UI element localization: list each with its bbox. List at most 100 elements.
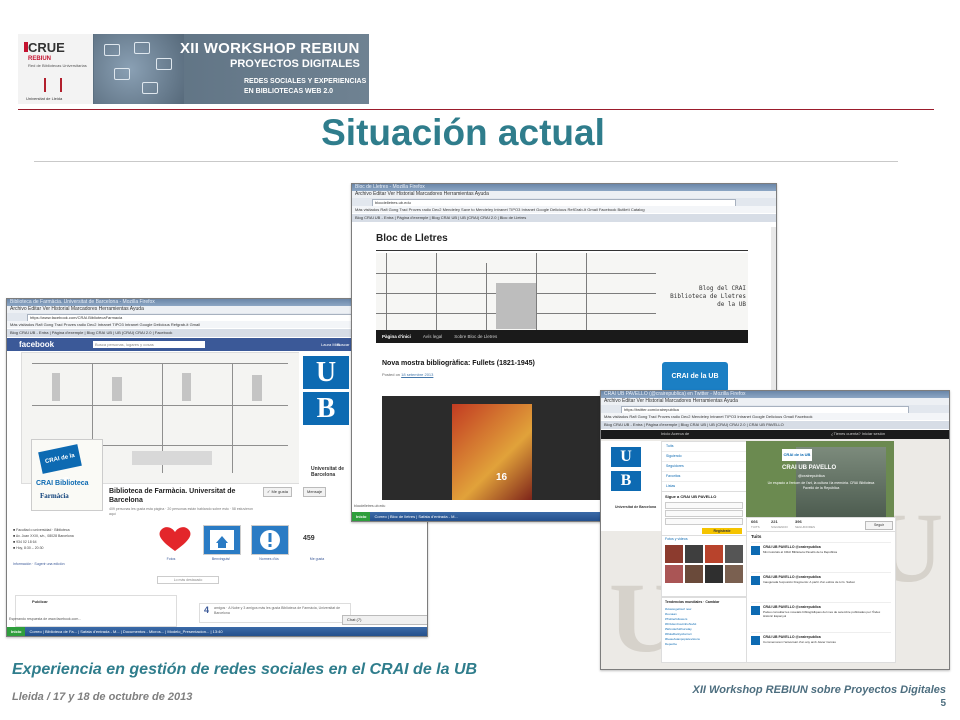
chat-icon: [104, 44, 120, 56]
banner-logo-area: CRUE REBIUN Red de Bibliotecas Universit…: [18, 34, 93, 104]
register-button: Regístrate: [702, 528, 742, 534]
tweets-timeline: Tuits CRAI UB PAVELLO @crairepublica Min…: [746, 531, 896, 663]
post-meta: Posted on 18 setembre 2013: [382, 372, 433, 377]
facebook-search-input: Busca personas, lugares y cosas: [93, 341, 205, 348]
app-label-fotos: Fotos: [166, 557, 176, 561]
tweet-author: CRAI UB PAVELLO @crairepublica: [763, 635, 821, 639]
phone-icon: [142, 82, 158, 94]
page-number: 5: [940, 698, 946, 709]
tweet-avatar: [751, 576, 760, 585]
profile-farmacia-label: Farmàcia: [40, 492, 69, 500]
photos-title: Fotos y videos: [665, 537, 688, 541]
name-field: [665, 502, 743, 509]
post-image: 16: [382, 396, 604, 500]
highlights-separator: Lo más destacado: [157, 576, 219, 584]
taskbar-items: Correo | Biblioteca de Fa... | Safata d'…: [29, 629, 223, 634]
workshop-banner: CRUE REBIUN Red de Bibliotecas Universit…: [18, 34, 369, 104]
menu-bar: Archivo Editar Ver Historial Marcadores …: [352, 191, 776, 198]
tab-strip: Blog CRAI UB - Entra | Página d'exemple …: [601, 421, 949, 429]
signup-title: Sigue a CRAI UB PAVELLO: [665, 494, 717, 499]
info-link: Información · Sugerir una edición: [13, 562, 65, 566]
status-bar: Esperando respuesta de www.facebook.com.…: [9, 617, 82, 621]
app-label-benvinguts: Benvinguts!: [211, 557, 231, 561]
profile-nav: Tuits Siguiendo Seguidores Favoritos Lis…: [661, 441, 747, 493]
stat-followers-count: 396: [795, 519, 802, 524]
nav-following: Siguiendo: [662, 452, 746, 462]
ub-logo-b-icon: B: [611, 471, 641, 491]
tweet-text: Inaugurada l'exposició Fragments: A part…: [763, 580, 855, 584]
banner-title: XII WORKSHOP REBIUN: [180, 40, 360, 57]
heart-icon: [159, 527, 191, 551]
taskbar-items: Correo | Bloc de lletres | Safata d'entr…: [374, 514, 458, 519]
tweet-text: Mini tutorials al CRAI Biblioteca Pavell…: [763, 550, 838, 554]
chat-bar: Chat (7): [342, 615, 427, 625]
photo-thumb: [725, 545, 743, 563]
footer-date: Lleida / 17 y 18 de octubre de 2013: [12, 691, 193, 703]
friends-count: 4: [204, 605, 210, 615]
ub-logo-panel: U B Universitat de Barcelona: [299, 352, 357, 492]
tweet-avatar: [751, 546, 760, 555]
university-name: Universitat de Lleida: [26, 96, 63, 101]
speech-bubble-icon: [114, 68, 130, 80]
address-bar: blocdelletres.ub.edu: [352, 198, 776, 207]
facebook-page-stats: 409 personas les gusta esta página · 20 …: [109, 507, 253, 516]
header-crai-logo: CRAI de la UB: [782, 449, 812, 461]
publish-box: Publicar: [15, 595, 177, 627]
slide-title: Situación actual: [321, 112, 605, 153]
tweet-author: CRAI UB PAVELLO @crairepublica: [763, 605, 821, 609]
trends-panel: Tendencias mundiales · Cambiar #Howtoget…: [661, 597, 747, 663]
page-info: ■ Facultad o universidad · Biblioteca ■ …: [13, 528, 74, 550]
stat-followers-label: SEGUIDORES: [795, 525, 816, 529]
facebook-page-name: Biblioteca de Farmàcia. Universitat de B…: [109, 488, 236, 504]
nav-home: Pàgina d'inici: [382, 334, 411, 339]
monitor-icon: [134, 42, 150, 54]
trends-list: #HowtogetGurl now #Lunaan #Twitterfollow…: [665, 607, 700, 646]
profile-header: CRAI de la UB CRAI UB PAVELLO @crairepub…: [746, 441, 894, 517]
photo-thumb: [685, 565, 703, 583]
stat-following-count: 221: [771, 519, 778, 524]
photo-thumb: [685, 545, 703, 563]
tweet-author: CRAI UB PAVELLO @crairepublica: [763, 575, 821, 579]
photo-thumb: [665, 545, 683, 563]
likes-count: 459: [303, 535, 315, 542]
email-field: [665, 510, 743, 517]
tweet-avatar: [751, 636, 760, 645]
ub-logo-u-icon: U: [611, 447, 641, 467]
app-label-normes: Normes d'ús: [259, 557, 279, 561]
rebiun-sub-label: Red de Bibliotecas Universitarias: [28, 63, 87, 68]
university-logo-icon: [44, 78, 62, 92]
ub-logo-panel: U B Universitat de Barcelona: [601, 441, 661, 531]
friends-text: amigos · A Nube y 3 amigos más les gusta…: [214, 606, 341, 615]
ub-name-label: Universitat de Barcelona: [615, 505, 657, 509]
profile-name: CRAI UB PAVELLO: [782, 465, 837, 471]
posted-prefix: Posted on: [382, 372, 401, 377]
tweet-author: CRAI UB PAVELLO @crairepublica: [763, 545, 821, 549]
window-title: CRAI UB PAVELLO (@crairepublica) en Twit…: [601, 391, 949, 398]
nav-followers: Seguidores: [662, 462, 746, 472]
photo-thumb: [725, 565, 743, 583]
poster-image: 16: [452, 404, 532, 500]
footer-workshop: XII Workshop REBIUN sobre Proyectos Digi…: [692, 684, 946, 696]
home-icon: [210, 530, 234, 550]
banner-tagline-1: REDES SOCIALES Y EXPERIENCIAS: [244, 78, 367, 85]
facebook-header: facebook Busca personas, lugares y cosas…: [7, 338, 357, 351]
status-bar: blocdelletres.ub.edu: [354, 504, 386, 508]
menu-bar: Archivo Editar Ver Historial Marcadores …: [601, 398, 949, 405]
profile-crai-label: CRAI Biblioteca: [36, 480, 89, 487]
signup-box: Sigue a CRAI UB PAVELLO Regístrate: [661, 491, 747, 537]
stat-tweets-label: TUITS: [751, 525, 760, 529]
address-bar: https://twitter.com/crairepublica: [601, 405, 949, 414]
poster-number: 16: [496, 472, 508, 483]
follow-button: Seguir: [865, 521, 893, 530]
tweet-text: Podeu consultar les novetats bibliogràfi…: [763, 610, 881, 618]
tweet-item: CRAI UB PAVELLO @crairepublica Podeu con…: [751, 602, 891, 629]
facebook-search-button: Buscar: [337, 342, 350, 347]
profile-picture: CRAI de la UB CRAI Biblioteca Farmàcia: [31, 439, 103, 511]
app-label-megusta: Me gusta: [309, 557, 325, 561]
window-title: Bloc de Lletres - Mozilla Firefox: [352, 184, 776, 191]
tweet-item: CRAI UB PAVELLO @crairepublica Commemore…: [751, 632, 891, 659]
tweet-item: CRAI UB PAVELLO @crairepublica Mini tuto…: [751, 542, 891, 569]
bookmarks-bar: Más visitados Rafi Gong Trad Proves radi…: [352, 206, 776, 213]
blog-nav: Pàgina d'inici Avís legal Sobre Bloc de Ll…: [376, 330, 748, 343]
tablet-icon: [156, 58, 172, 70]
